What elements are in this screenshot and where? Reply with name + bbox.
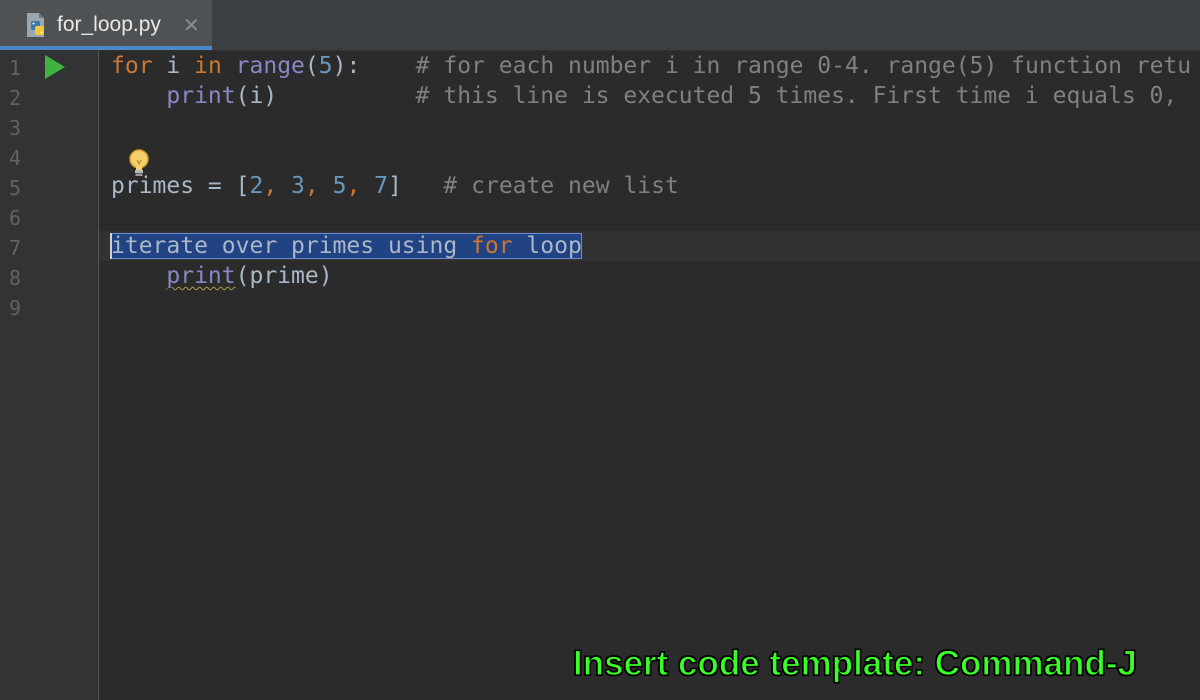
code-line-2: print(i) # this line is executed 5 times… — [111, 81, 1177, 111]
bracket: ] — [388, 173, 402, 199]
number: 7 — [374, 173, 389, 199]
arguments: (i) — [235, 83, 278, 109]
line-number: 3 — [8, 116, 22, 140]
comma: , — [263, 173, 292, 199]
tab-filename: for_loop.py — [57, 13, 161, 36]
line-number: 4 — [8, 146, 22, 170]
line-number: 8 — [8, 266, 22, 290]
line-number: 7 — [8, 236, 22, 260]
comma: , — [304, 173, 333, 199]
number: 5 — [318, 53, 333, 79]
code-line-7[interactable]: iterate over primes using for loop — [111, 231, 582, 261]
selected-text-part: loop — [512, 233, 582, 259]
close-icon[interactable]: ✕ — [183, 11, 200, 39]
builtin-function: print — [166, 83, 236, 109]
line-number-gutter: 1 2 3 4 5 6 7 8 9 — [0, 51, 99, 700]
builtin-function: range — [235, 53, 305, 79]
code-editor[interactable]: for i in range(5): # for each number i i… — [99, 51, 1200, 700]
selected-text-part: iterate over primes using — [111, 233, 472, 259]
keyword: for — [471, 233, 513, 259]
file-tab[interactable]: for_loop.py ✕ — [0, 0, 212, 50]
comment: # this line is executed 5 times. First t… — [277, 83, 1178, 109]
paren: ( — [304, 53, 319, 79]
comma: , — [346, 173, 375, 199]
line-number: 6 — [8, 206, 22, 230]
line-number: 5 — [8, 176, 22, 200]
keyword: for — [111, 53, 153, 79]
selected-text[interactable]: iterate over primes using for loop — [111, 233, 582, 259]
keyword: in — [194, 53, 222, 79]
python-file-icon — [27, 13, 44, 37]
lightbulb-icon[interactable] — [127, 148, 151, 180]
line-number: 9 — [8, 296, 22, 320]
number: 3 — [291, 173, 305, 199]
number: 5 — [332, 173, 347, 199]
paren: ): — [332, 53, 361, 79]
code-line-8: print(prime) — [111, 261, 333, 291]
text-caret — [110, 233, 112, 259]
editor-tab-bar: for_loop.py ✕ — [0, 0, 1200, 51]
comment: # create new list — [401, 173, 679, 199]
caption-overlay: Insert code template: Command-J — [572, 643, 1137, 683]
run-icon[interactable] — [42, 53, 68, 81]
number: 2 — [249, 173, 264, 199]
builtin-function-warning[interactable]: print — [166, 263, 235, 289]
code-line-1: for i in range(5): # for each number i i… — [111, 51, 1191, 81]
code-line-5: primes = [2, 3, 5, 7] # create new list — [111, 171, 679, 201]
line-number: 2 — [8, 86, 22, 110]
line-number: 1 — [8, 56, 22, 80]
comment: # for each number i in range 0-4. range(… — [360, 53, 1192, 79]
identifier: i — [152, 53, 195, 79]
arguments: (prime) — [235, 263, 333, 289]
